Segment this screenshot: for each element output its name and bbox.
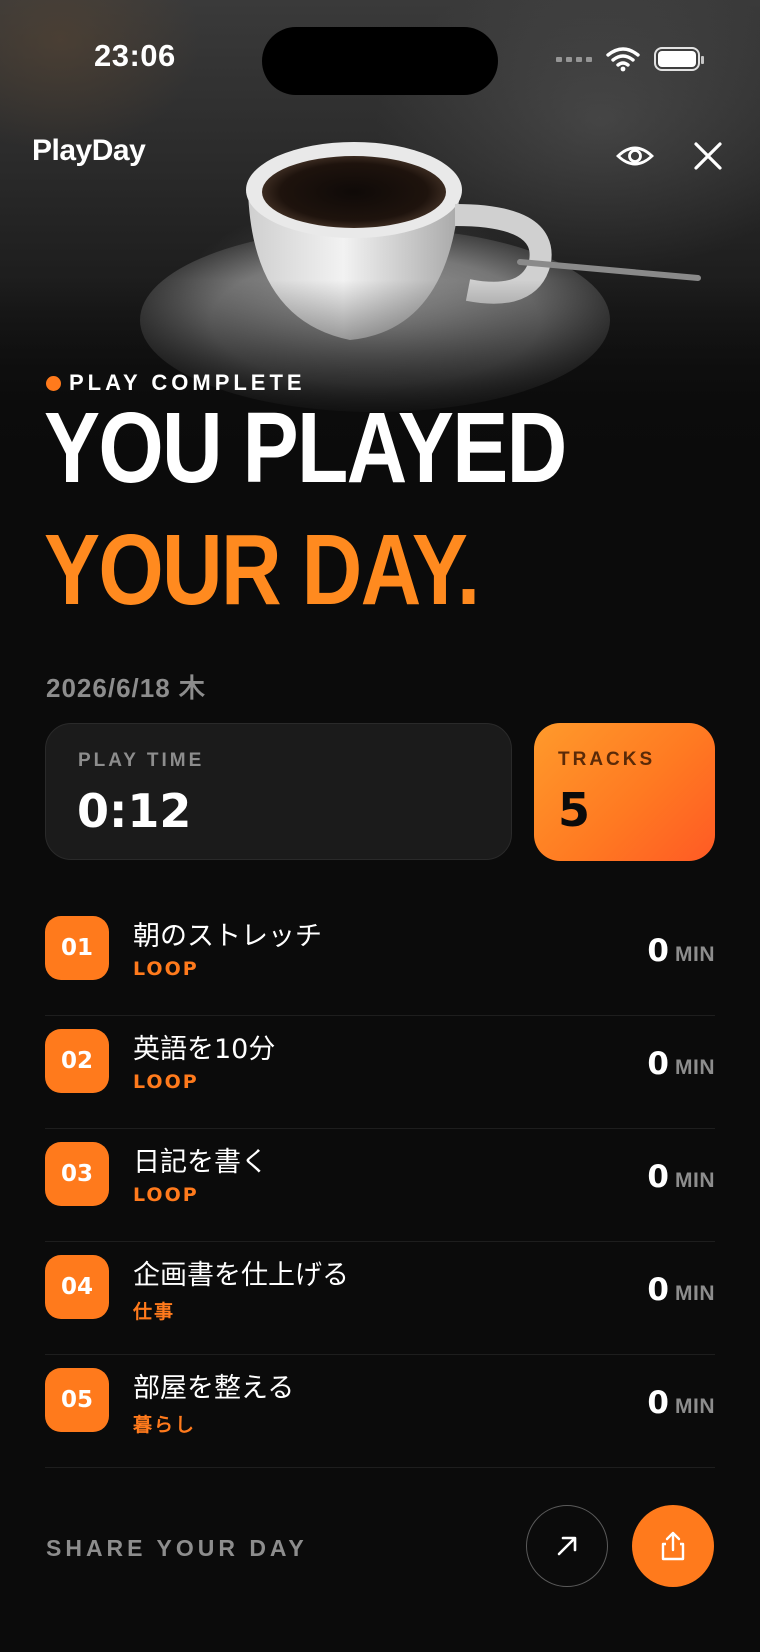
headline-line1: YOU PLAYED <box>44 392 567 504</box>
track-minutes-unit: MIN <box>675 1056 715 1079</box>
track-minutes-unit: MIN <box>675 943 715 966</box>
dynamic-island <box>262 27 498 95</box>
close-icon[interactable] <box>686 134 730 178</box>
eye-icon[interactable] <box>613 134 657 178</box>
track-number-badge: 03 <box>45 1142 109 1206</box>
track-minutes: 0 <box>647 1159 669 1195</box>
track-list: 01 朝のストレッチ LOOP 0 MIN 02 英語を10分 LOOP 0 M… <box>45 903 715 1468</box>
track-duration: 0 MIN <box>647 1046 715 1082</box>
track-minutes: 0 <box>647 1272 669 1308</box>
track-row[interactable]: 01 朝のストレッチ LOOP 0 MIN <box>45 903 715 1016</box>
play-complete-screen: 23:06 PlayDay PLAY COMPLETE YOU PLAYED Y… <box>0 0 760 1652</box>
play-time-card: PLAY TIME 0:12 <box>45 723 512 860</box>
track-title: 英語を10分 <box>133 1034 276 1065</box>
track-tag: 仕事 <box>133 1301 176 1323</box>
headline-line2: YOUR DAY. <box>44 514 480 626</box>
track-minutes: 0 <box>647 933 669 969</box>
track-minutes-unit: MIN <box>675 1395 715 1418</box>
track-title: 企画書を仕上げる <box>133 1260 349 1291</box>
track-tag: LOOP <box>133 1184 199 1206</box>
track-tag: 暮らし <box>133 1414 197 1436</box>
track-duration: 0 MIN <box>647 1385 715 1421</box>
track-number-badge: 05 <box>45 1368 109 1432</box>
track-duration: 0 MIN <box>647 933 715 969</box>
track-minutes: 0 <box>647 1385 669 1421</box>
tracks-label: TRACKS <box>558 749 656 770</box>
status-dot-icon <box>46 375 61 391</box>
cellular-signal-icon <box>556 56 592 62</box>
status-indicators <box>556 46 704 72</box>
tracks-card: TRACKS 5 <box>534 723 715 861</box>
track-duration: 0 MIN <box>647 1272 715 1308</box>
play-time-label: PLAY TIME <box>78 750 205 771</box>
track-duration: 0 MIN <box>647 1159 715 1195</box>
track-row[interactable]: 05 部屋を整える 暮らし 0 MIN <box>45 1355 715 1468</box>
track-row[interactable]: 03 日記を書く LOOP 0 MIN <box>45 1129 715 1242</box>
battery-icon <box>654 47 704 71</box>
track-title: 日記を書く <box>133 1147 268 1178</box>
track-row[interactable]: 04 企画書を仕上げる 仕事 0 MIN <box>45 1242 715 1355</box>
track-title: 部屋を整える <box>133 1373 295 1404</box>
track-minutes-unit: MIN <box>675 1282 715 1305</box>
track-title: 朝のストレッチ <box>133 921 322 952</box>
wifi-icon <box>606 47 640 72</box>
share-button[interactable] <box>632 1505 714 1587</box>
share-icon <box>661 1531 685 1561</box>
track-tag: LOOP <box>133 958 199 980</box>
play-date: 2026/6/18 木 <box>46 673 206 703</box>
app-logo: PlayDay <box>32 134 146 167</box>
status-time: 23:06 <box>94 38 176 73</box>
track-minutes: 0 <box>647 1046 669 1082</box>
arrow-up-right-icon <box>557 1536 577 1556</box>
track-number-badge: 04 <box>45 1255 109 1319</box>
play-time-value: 0:12 <box>77 784 192 838</box>
track-tag: LOOP <box>133 1071 199 1093</box>
open-external-button[interactable] <box>526 1505 608 1587</box>
track-minutes-unit: MIN <box>675 1169 715 1192</box>
track-number-badge: 01 <box>45 916 109 980</box>
share-your-day-label: SHARE YOUR DAY <box>46 1535 308 1561</box>
track-number-badge: 02 <box>45 1029 109 1093</box>
track-row[interactable]: 02 英語を10分 LOOP 0 MIN <box>45 1016 715 1129</box>
tracks-value: 5 <box>558 783 591 837</box>
